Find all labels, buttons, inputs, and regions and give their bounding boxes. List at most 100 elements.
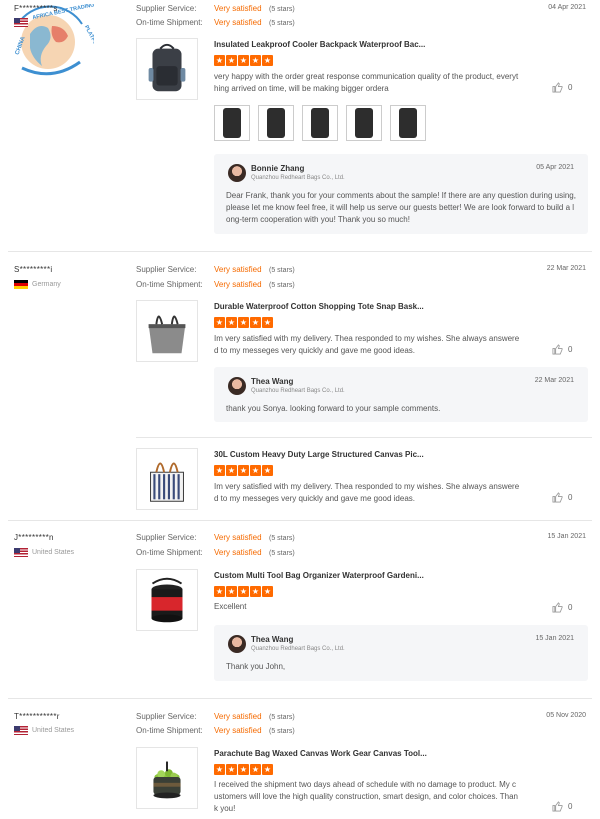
star-icon: ★ xyxy=(250,317,261,328)
reply-company: Quanzhou Redheart Bags Co., Ltd. xyxy=(251,646,345,652)
review-date: 15 Jan 2021 xyxy=(547,533,586,540)
rating-value: Very satisfied xyxy=(214,265,262,274)
watermark-logo: CHINA AFRICA BEST TRADING PLATFORM xyxy=(8,2,102,80)
product-title-link[interactable]: Durable Waterproof Cotton Shopping Tote … xyxy=(214,302,424,311)
product-thumbnail[interactable] xyxy=(136,747,198,809)
review-text: Im very satisfied with my delivery. Thea… xyxy=(214,334,520,355)
product-thumbnail[interactable] xyxy=(136,569,198,631)
rating-label: Supplier Service: xyxy=(136,4,197,13)
buyer-name: T***********r xyxy=(14,712,60,721)
ontime-shipment-rating: On-time Shipment: Very satisfied (5 star… xyxy=(136,726,295,735)
star-icon: ★ xyxy=(250,55,261,66)
rating-star-count: (5 stars) xyxy=(269,267,295,274)
product-rating-stars: ★ ★ ★ ★ ★ xyxy=(214,465,273,476)
rating-value: Very satisfied xyxy=(214,726,262,735)
star-icon: ★ xyxy=(238,764,249,775)
like-count: 0 xyxy=(568,603,573,612)
product-thumbnail[interactable] xyxy=(136,448,198,510)
product-thumbnail[interactable] xyxy=(136,38,198,100)
reply-author: Thea Wang xyxy=(251,635,294,644)
star-icon: ★ xyxy=(214,764,225,775)
reply-text: Dear Frank, thank you for your comments … xyxy=(226,191,576,224)
rating-value: Very satisfied xyxy=(214,18,262,27)
star-icon: ★ xyxy=(226,55,237,66)
avatar xyxy=(228,635,246,653)
product-title-link[interactable]: Custom Multi Tool Bag Organizer Waterpro… xyxy=(214,571,424,580)
rating-value: Very satisfied xyxy=(214,712,262,721)
rating-label: Supplier Service: xyxy=(136,533,197,542)
like-count: 0 xyxy=(568,802,573,811)
product-title-link[interactable]: Parachute Bag Waxed Canvas Work Gear Can… xyxy=(214,749,427,758)
reply-author: Bonnie Zhang xyxy=(251,164,305,173)
like-button[interactable]: 0 xyxy=(552,602,572,613)
like-count: 0 xyxy=(568,83,573,92)
rating-label: Supplier Service: xyxy=(136,712,197,721)
buyer-country: United States xyxy=(14,548,74,557)
product-rating-stars: ★ ★ ★ ★ ★ xyxy=(214,317,273,328)
like-button[interactable]: 0 xyxy=(552,492,572,503)
star-icon: ★ xyxy=(238,586,249,597)
ontime-shipment-rating: On-time Shipment: Very satisfied (5 star… xyxy=(136,18,295,27)
rating-value: Very satisfied xyxy=(214,280,262,289)
star-icon: ★ xyxy=(214,55,225,66)
country-name: United States xyxy=(32,549,75,556)
like-button[interactable]: 0 xyxy=(552,344,572,355)
product-rating-stars: ★ ★ ★ ★ ★ xyxy=(214,764,273,775)
supplier-reply: Bonnie Zhang Quanzhou Redheart Bags Co.,… xyxy=(214,154,588,234)
star-icon: ★ xyxy=(250,465,261,476)
star-icon: ★ xyxy=(238,317,249,328)
country-name: United States xyxy=(32,727,75,734)
like-button[interactable]: 0 xyxy=(552,82,572,93)
product-title-link[interactable]: Insulated Leakproof Cooler Backpack Wate… xyxy=(214,40,425,49)
product-thumbnail[interactable] xyxy=(136,300,198,362)
buyer-name: F**********s xyxy=(14,4,58,13)
star-icon: ★ xyxy=(214,586,225,597)
review-date: 22 Mar 2021 xyxy=(546,265,586,272)
rating-label: On-time Shipment: xyxy=(136,726,203,735)
review-photo[interactable] xyxy=(390,105,426,141)
supplier-service-rating: Supplier Service: Very satisfied (5 star… xyxy=(136,712,295,721)
review-photo[interactable] xyxy=(346,105,382,141)
product-rating-stars: ★ ★ ★ ★ ★ xyxy=(214,586,273,597)
star-icon: ★ xyxy=(226,586,237,597)
star-icon: ★ xyxy=(262,764,273,775)
buyer-name: S*********i xyxy=(14,265,53,274)
rating-label: Supplier Service: xyxy=(136,265,197,274)
star-icon: ★ xyxy=(226,465,237,476)
rating-label: On-time Shipment: xyxy=(136,548,203,557)
reply-text: Thank you John, xyxy=(226,662,286,671)
rating-star-count: (5 stars) xyxy=(269,20,295,27)
star-icon: ★ xyxy=(238,465,249,476)
thumbs-up-icon xyxy=(552,602,563,613)
star-icon: ★ xyxy=(226,764,237,775)
review-photo[interactable] xyxy=(302,105,338,141)
reply-date: 15 Jan 2021 xyxy=(535,635,574,642)
review-photo[interactable] xyxy=(214,105,250,141)
review-text: Im very satisfied with my delivery. Thea… xyxy=(214,482,520,503)
country-name: Germany xyxy=(32,281,61,288)
thumbs-up-icon xyxy=(552,82,563,93)
rating-star-count: (5 stars) xyxy=(269,550,295,557)
rating-value: Very satisfied xyxy=(214,548,262,557)
star-icon: ★ xyxy=(262,55,273,66)
product-title-link[interactable]: 30L Custom Heavy Duty Large Structured C… xyxy=(214,450,424,459)
like-count: 0 xyxy=(568,493,573,502)
star-icon: ★ xyxy=(262,317,273,328)
buyer-name: J*********n xyxy=(14,533,54,542)
buyer-country xyxy=(14,18,28,27)
star-icon: ★ xyxy=(262,465,273,476)
rating-value: Very satisfied xyxy=(214,533,262,542)
rating-value: Very satisfied xyxy=(214,4,262,13)
rating-star-count: (5 stars) xyxy=(269,728,295,735)
review-photo[interactable] xyxy=(258,105,294,141)
thumbs-up-icon xyxy=(552,801,563,812)
rating-star-count: (5 stars) xyxy=(269,6,295,13)
germany-flag-icon xyxy=(14,280,28,289)
like-button[interactable]: 0 xyxy=(552,801,572,812)
like-count: 0 xyxy=(568,345,573,354)
supplier-reply: Thea Wang Quanzhou Redheart Bags Co., Lt… xyxy=(214,367,588,422)
star-icon: ★ xyxy=(238,55,249,66)
review-text: Excellent xyxy=(214,602,247,611)
thumbs-up-icon xyxy=(552,344,563,355)
buyer-country: Germany xyxy=(14,280,61,289)
